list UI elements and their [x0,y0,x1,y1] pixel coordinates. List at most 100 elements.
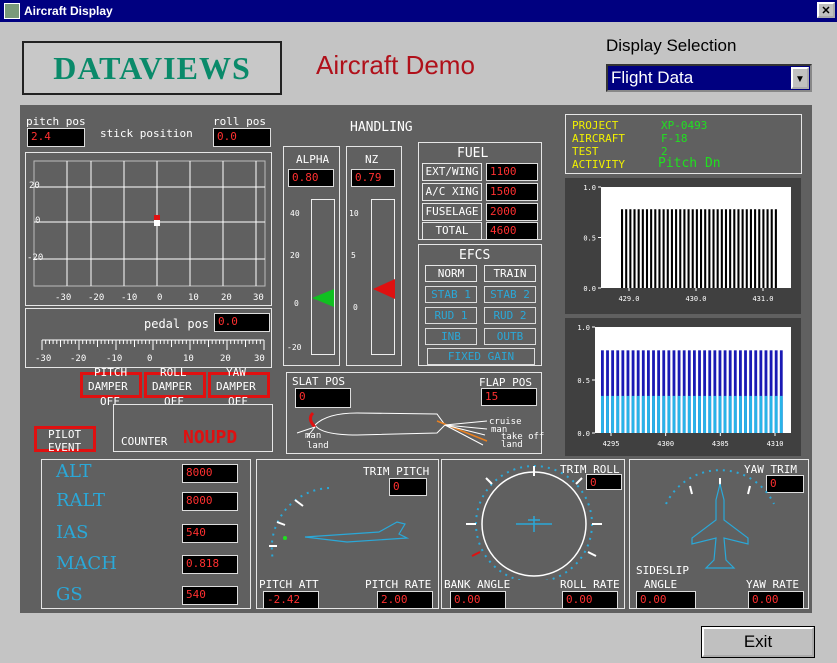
pilot-event-line1: PILOT [48,428,82,441]
chart-bar [687,395,691,433]
efcs-rud2-button[interactable]: RUD 2 [484,307,536,324]
aircraft-label: AIRCRAFT [572,132,625,145]
display-selection-dropdown[interactable]: Flight Data ▼ [606,64,812,92]
efcs-outb-button[interactable]: OUTB [484,328,536,345]
alpha-tick: -20 [287,343,302,352]
activity-label: ACTIVITY [572,158,625,171]
close-button[interactable]: ✕ [817,2,835,18]
chart-xtick-label: 4305 [712,440,729,448]
chart-bar [712,209,715,288]
chart-bar [670,209,673,288]
chart-bar [626,395,630,433]
stick-xtick: 10 [188,293,199,303]
chart-bar [667,395,671,433]
counter-panel: COUNTER NOUPD [113,404,273,452]
stick-xtick: -20 [88,293,105,303]
efcs-inb-button[interactable]: INB [425,328,477,345]
chart-bar [737,209,740,288]
gs-label: GS [56,584,83,605]
stick-ytick: -20 [27,253,44,263]
stick-ytick: 0 [35,216,41,226]
chart-bar [762,209,765,288]
yaw-damper-line2: DAMPER [216,380,256,393]
alpha-scale [311,199,335,355]
pitch-att-label: PITCH ATT [259,578,319,591]
chart-bar [662,209,665,288]
pitch-attitude-gauge [269,487,410,561]
stick-xtick: -10 [121,293,138,303]
mach-value: 0.818 [182,555,238,574]
counter-value: NOUPD [183,427,238,448]
dropdown-arrow-icon[interactable]: ▼ [791,67,809,89]
ias-label: IAS [56,522,89,543]
chart-bar [739,395,742,433]
chart-bar [716,209,719,288]
chart-bar [749,209,752,288]
chart-ytick-label: 0.0 [577,430,590,438]
stick-xtick: 30 [253,293,264,303]
efcs-rud1-button[interactable]: RUD 1 [425,307,477,324]
chart-bar [675,209,678,288]
chart-bar [679,209,682,288]
chart-xtick-label: 431.0 [752,295,773,303]
chart-bar [606,395,609,433]
chart-ytick-label: 1.0 [577,324,590,332]
roll-damper-line2: DAMPER [152,380,192,393]
chart-bar [779,395,783,433]
alt-value: 8000 [182,464,238,483]
chart-bar [704,209,707,288]
nz-gauge: NZ 0.79 10 5 0 [346,146,402,366]
alpha-gauge: ALPHA 0.80 40 20 0 -20 [283,146,340,366]
chart-bar [729,209,732,288]
chart-bar [749,395,753,433]
chart-bar [754,209,757,288]
sideslip-value: 0.00 [636,591,696,609]
chart-bar [631,395,635,433]
efcs-fixed-gain-button[interactable]: FIXED GAIN [427,348,535,365]
chart-ytick-label: 1.0 [583,184,596,192]
alpha-tick: 0 [294,299,299,308]
jet-front-icon [516,516,552,532]
chart-bar [636,395,640,433]
chart-bar [766,209,769,288]
nz-tick: 5 [351,251,356,260]
fuel-row-label: FUSELAGE [422,203,482,221]
pedal-pos-label: pedal pos [144,317,210,331]
exit-button[interactable]: Exit [702,627,814,657]
chart-bar [611,395,615,433]
roll-pos-value: 0.0 [213,128,271,147]
efcs-norm-button[interactable]: NORM [425,265,477,282]
alpha-tick: 40 [290,209,300,218]
chart-bar [637,209,640,288]
chart-bar [666,209,669,288]
chart-bar [745,209,748,288]
chart-ytick-label: 0.5 [583,235,596,243]
chart-bar [629,209,632,288]
flight-data-panel: ALT 8000 RALT 8000 IAS 540 MACH 0.818 GS… [41,459,251,609]
fuel-panel: FUEL EXT/WING 1100 A/C XING 1500 FUSELAG… [418,142,542,240]
sideslip-angle-label: ANGLE [644,578,678,591]
chart-bar [708,395,712,433]
chart-bar [724,209,728,288]
flap-land-label: land [501,440,523,450]
nz-label: NZ [365,153,379,166]
ralt-value: 8000 [182,492,238,511]
stick-xtick: 0 [157,293,163,303]
yaw-gauge [665,469,775,569]
pedal-tick: 20 [220,354,231,364]
yaw-rate-value: 0.00 [748,591,804,609]
chart-bar [769,395,773,433]
roll-attitude-gauge [466,465,602,580]
activity-value: Pitch Dn [658,156,721,171]
yaw-damper-line1: YAW [226,366,246,379]
efcs-train-button[interactable]: TRAIN [484,265,536,282]
efcs-panel: EFCS NORM TRAIN STAB 1 STAB 2 RUD 1 RUD … [418,244,542,366]
project-value: XP-0493 [661,119,708,132]
efcs-stab2-button[interactable]: STAB 2 [484,286,536,303]
chart-bar [682,395,686,433]
fuel-row-label: EXT/WING [422,163,482,181]
efcs-stab1-button[interactable]: STAB 1 [425,286,477,303]
chart-bar [633,209,636,288]
fuel-row-value: 1100 [486,163,538,181]
alpha-value: 0.80 [288,169,334,187]
